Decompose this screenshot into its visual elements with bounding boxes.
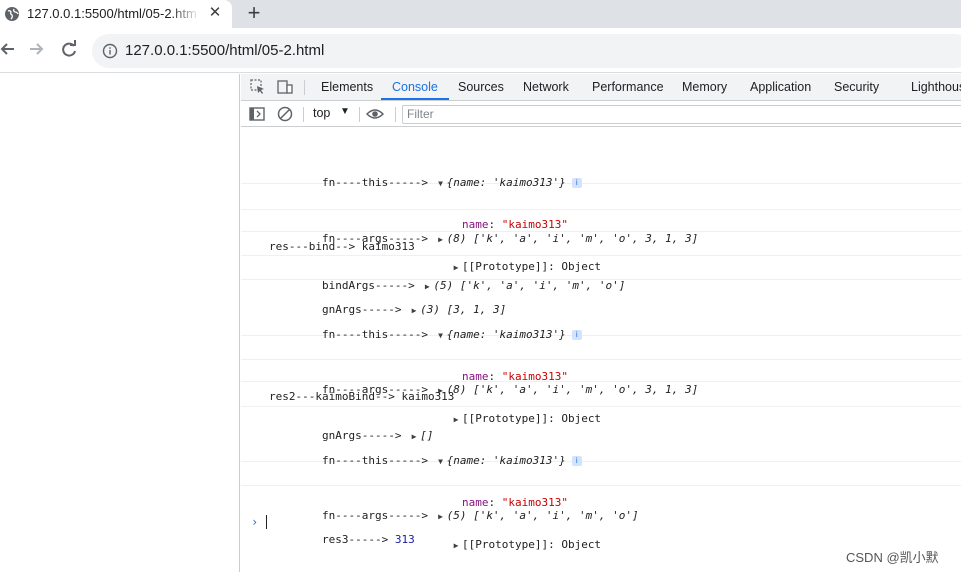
toolbar-divider [303,107,304,122]
forward-arrow-icon[interactable] [25,36,49,62]
tab-network[interactable]: Network [523,74,569,100]
info-icon[interactable] [102,43,118,59]
console-message: gnArgs-----> ▶ (3) [3, 1, 3] [241,256,961,316]
browser-tab[interactable]: 127.0.0.1:5500/html/05-2.html ✕ [0,0,232,28]
tab-title-fade [170,2,200,26]
console-message: fn----this-----> ▼ {name: 'kaimo313'} i na… [241,280,961,425]
dropdown-arrow-icon[interactable]: ▼ [340,106,350,117]
tab-performance[interactable]: Performance [592,74,664,100]
console-message: gnArgs-----> ▶[] [241,382,961,442]
console-message: fn----args-----> ▶ (8) ['k', 'a', 'i', 'm… [241,184,961,245]
context-select[interactable]: top [313,106,330,120]
console-message: res2---kaimoBind--> kaimo313 [241,360,961,403]
tab-sources[interactable]: Sources [458,74,504,100]
inspect-element-icon[interactable] [250,79,266,95]
console-message: fn----this-----> ▼ {name: 'kaimo313'} i na… [241,127,961,273]
console-message: fn----args-----> ▶ (5) ['k', 'a', 'i', 'm… [241,462,961,522]
tab-memory[interactable]: Memory [682,74,727,100]
console-message: res---bind--> kaimo313 [241,210,961,253]
browser-toolbar: 127.0.0.1:5500/html/05-2.html [0,28,961,73]
close-icon[interactable]: ✕ [205,3,225,23]
tab-console[interactable]: Console [381,74,449,100]
console-message: fn----args-----> ▶ (8) ['k', 'a', 'i', 'm… [241,336,961,396]
address-bar[interactable]: 127.0.0.1:5500/html/05-2.html [92,34,961,68]
url-text: 127.0.0.1:5500/html/05-2.html [125,42,325,59]
globe-icon [5,7,19,21]
watermark: CSDN @凯小默 [846,550,939,565]
prompt-chevron-icon: › [251,515,259,529]
tab-security[interactable]: Security [834,74,879,100]
number-value: 313 [394,533,415,546]
eye-icon[interactable] [366,105,384,123]
sidebar-toggle-icon[interactable] [248,105,266,123]
console-message: res3-----> 313 [241,486,961,546]
back-arrow-icon[interactable] [0,36,20,62]
page-viewport [0,74,240,572]
console-toolbar: top ▼ Filter [241,101,961,127]
tab-strip: 127.0.0.1:5500/html/05-2.html ✕ + [0,0,961,28]
console-message: fn----this-----> ▼ {name: 'kaimo313'} i na… [241,407,961,551]
toolbar-divider [304,80,305,95]
clear-console-icon[interactable] [276,105,294,123]
log-label: res3-----> [321,533,389,546]
tab-lighthouse[interactable]: Lighthouse [911,74,961,100]
device-toggle-icon[interactable] [277,79,293,95]
tab-elements[interactable]: Elements [321,74,373,100]
toolbar-divider [395,107,396,122]
reload-icon[interactable] [57,36,81,62]
new-tab-button[interactable]: + [243,1,265,25]
console-prompt[interactable]: › [241,510,961,532]
devtools-panel: Elements Console Sources Network Perform… [241,74,961,572]
tab-application[interactable]: Application [750,74,811,100]
console-message: bindArgs-----> ▶ (5) ['k', 'a', 'i', 'm',… [241,232,961,292]
filter-input[interactable]: Filter [402,105,961,124]
devtools-tab-bar: Elements Console Sources Network Perform… [241,74,961,101]
console-messages: fn----this-----> ▼ {name: 'kaimo313'} i na… [241,127,961,551]
toolbar-divider [359,107,360,122]
text-caret [266,515,267,529]
